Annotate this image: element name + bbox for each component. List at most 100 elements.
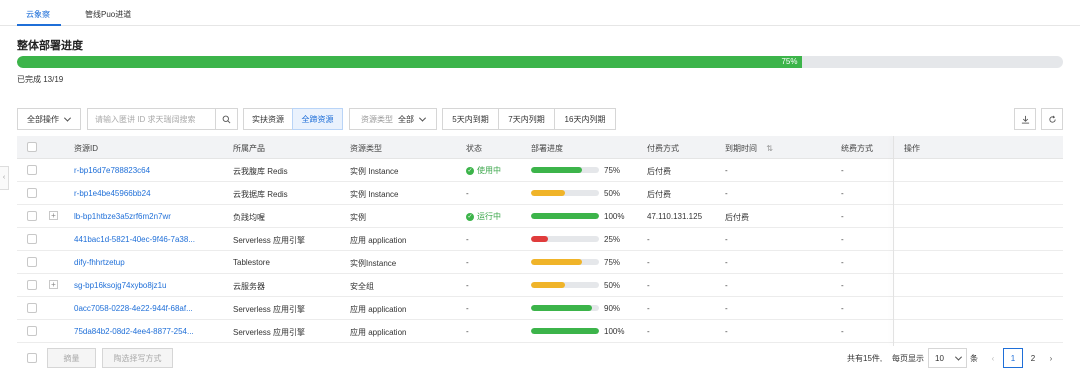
col-resource-id: 资源ID (74, 144, 98, 153)
per-page-value: 10 (935, 353, 944, 363)
resource-id-link[interactable]: 0acc7058-0228-4e22-944f-68af... (74, 304, 193, 313)
resource-id-link[interactable]: 441bac1d-5821-40ec-9f46-7a38... (74, 235, 195, 244)
prev-page-icon[interactable]: ‹ (987, 348, 999, 368)
expire-time-cell: 后付费 (725, 213, 749, 222)
row-progress-bar (531, 328, 599, 334)
row-checkbox[interactable] (27, 303, 37, 313)
tab-yunxiangcha[interactable]: 云象察 (26, 9, 50, 20)
download-button[interactable] (1014, 108, 1036, 130)
row-progress-label: 50% (604, 281, 621, 290)
expiry-16-days[interactable]: 16天内列期 (554, 108, 616, 130)
status-cell: - (466, 327, 469, 336)
row-progress-bar (531, 190, 599, 196)
per-page-select[interactable]: 10 (928, 348, 967, 368)
table-row[interactable]: 441bac1d-5821-40ec-9f46-7a38... Serverles… (17, 228, 1063, 251)
pay-method-cell: - (647, 327, 650, 336)
row-checkbox[interactable] (27, 280, 37, 290)
table-row[interactable]: + sg-bp16ksojg74xybo8jz1u 云服务器 安全组 - 50% - - - (17, 274, 1063, 297)
row-progress-label: 25% (604, 235, 621, 244)
status-label: 运行中 (477, 212, 501, 221)
filter-tab-active-resources[interactable]: 实扶资源 (243, 108, 293, 130)
bulk-action-label: 全部操作 (27, 114, 59, 124)
expiry-5-days[interactable]: 5天内到期 (442, 108, 499, 130)
col-progress: 部署进度 (531, 144, 563, 153)
batch-button[interactable]: 摘量 (47, 348, 96, 368)
col-expire-time[interactable]: 到期时间 ⇅ (725, 143, 773, 154)
row-progress-fill (531, 282, 565, 288)
table-row[interactable]: 75da84b2-08d2-4ee4-8877-254... Serverless… (17, 320, 1063, 343)
product-cell: 云服务器 (233, 282, 265, 291)
table-row[interactable]: dify-fhhrtzetup Tablestore 实例Instance - 75% -… (17, 251, 1063, 274)
expire-time-cell: - (725, 235, 728, 244)
filter-tab-all-resources[interactable]: 全蹄资源 (292, 108, 343, 130)
expand-row-icon[interactable]: + (49, 211, 58, 220)
row-progress-bar (531, 305, 599, 311)
resource-type-cell: 应用 application (350, 328, 407, 337)
row-checkbox[interactable] (27, 165, 37, 175)
search-placeholder: 请输入匿讲 ID 求天瑞阔搜索 (95, 114, 196, 124)
row-checkbox[interactable] (27, 188, 37, 198)
row-checkbox[interactable] (27, 257, 37, 267)
page-1[interactable]: 1 (1003, 348, 1023, 368)
row-checkbox[interactable] (27, 211, 37, 221)
tab-bar: 云象察 管线Puo进道 (0, 0, 1080, 26)
product-cell: 负践均喔 (233, 213, 265, 222)
expire-time-cell: - (725, 258, 728, 267)
resource-id-link[interactable]: 75da84b2-08d2-4ee4-8877-254... (74, 327, 194, 336)
search-button[interactable] (215, 108, 238, 130)
refresh-button[interactable] (1041, 108, 1063, 130)
col-resource-type: 资源类型 (350, 144, 382, 153)
product-cell: Serverless 应用引擎 (233, 305, 306, 314)
tab-pipeline[interactable]: 管线Puo进道 (85, 9, 131, 20)
table-row[interactable]: + lb-bp1htbze3a5zrf6m2n7wr 负践均喔 实例 ✓ 运行中 100% 4… (17, 205, 1063, 228)
col-renew-method: 统费方式 (841, 144, 873, 153)
resource-type-select[interactable]: 资源类型 全部 (349, 108, 437, 130)
chevron-down-icon (418, 114, 427, 122)
row-checkbox[interactable] (27, 234, 37, 244)
resource-id-link[interactable]: r-bp16d7e788823c64 (74, 166, 150, 175)
expand-row-icon[interactable]: + (49, 280, 58, 289)
row-progress-label: 90% (604, 304, 621, 313)
table-row[interactable]: r-bp16d7e788823c64 云我腹库 Redis 实例 Instance ✓… (17, 159, 1063, 182)
resource-id-link[interactable]: r-bp1e4be45966bb24 (74, 189, 151, 198)
row-progress-label: 100% (604, 212, 625, 221)
collapse-sidebar-handle[interactable]: ‹ (0, 166, 9, 190)
row-progress-fill (531, 305, 593, 311)
page-2[interactable]: 2 (1025, 348, 1041, 368)
check-circle-icon: ✓ (466, 166, 474, 175)
resource-type-cell: 实例 Instance (350, 190, 399, 199)
table-row[interactable]: 0acc7058-0228-4e22-944f-68af... Serverles… (17, 297, 1063, 320)
product-cell: Serverless 应用引擎 (233, 236, 306, 245)
row-progress-fill (531, 167, 582, 173)
footer-select-all-checkbox[interactable] (27, 353, 37, 363)
row-progress-bar (531, 167, 599, 173)
chevron-down-icon (63, 114, 72, 122)
resource-id-link[interactable]: lb-bp1htbze3a5zrf6m2n7wr (74, 212, 171, 221)
select-all-checkbox[interactable] (27, 142, 37, 152)
product-cell: 云我据库 Redis (233, 190, 288, 199)
overall-progress-label: 75% (781, 57, 798, 66)
download-icon (1021, 115, 1029, 124)
resource-id-link[interactable]: sg-bp16ksojg74xybo8jz1u (74, 281, 167, 290)
expire-time-cell: - (725, 166, 728, 175)
refresh-icon (1048, 115, 1056, 123)
actions-column-divider (893, 136, 894, 346)
overall-progress-bar: 75% (17, 56, 1063, 68)
bulk-action-dropdown[interactable]: 全部操作 (17, 108, 81, 130)
pay-method-cell: - (647, 235, 650, 244)
renew-method-cell: - (841, 189, 844, 198)
next-page-icon[interactable]: › (1045, 348, 1057, 368)
renew-method-cell: - (841, 235, 844, 244)
status-cell: - (466, 189, 469, 198)
col-status: 状态 (466, 144, 482, 153)
table-row[interactable]: r-bp1e4be45966bb24 云我据库 Redis 实例 Instance -… (17, 182, 1063, 205)
sort-icon[interactable]: ⇅ (766, 144, 773, 153)
search-input[interactable]: 请输入匿讲 ID 求天瑞阔搜索 (87, 108, 216, 130)
renew-method-cell: - (841, 212, 844, 221)
expiry-7-days[interactable]: 7天内列期 (498, 108, 555, 130)
change-pay-method-button[interactable]: 陶选择写方式 (102, 348, 173, 368)
resource-id-link[interactable]: dify-fhhrtzetup (74, 258, 125, 267)
status-badge: ✓ 运行中 (466, 211, 501, 222)
row-checkbox[interactable] (27, 326, 37, 336)
table-footer: 摘量 陶选择写方式 共有15件, 每页显示 10 条 ‹ 1 2 › (17, 348, 1063, 370)
